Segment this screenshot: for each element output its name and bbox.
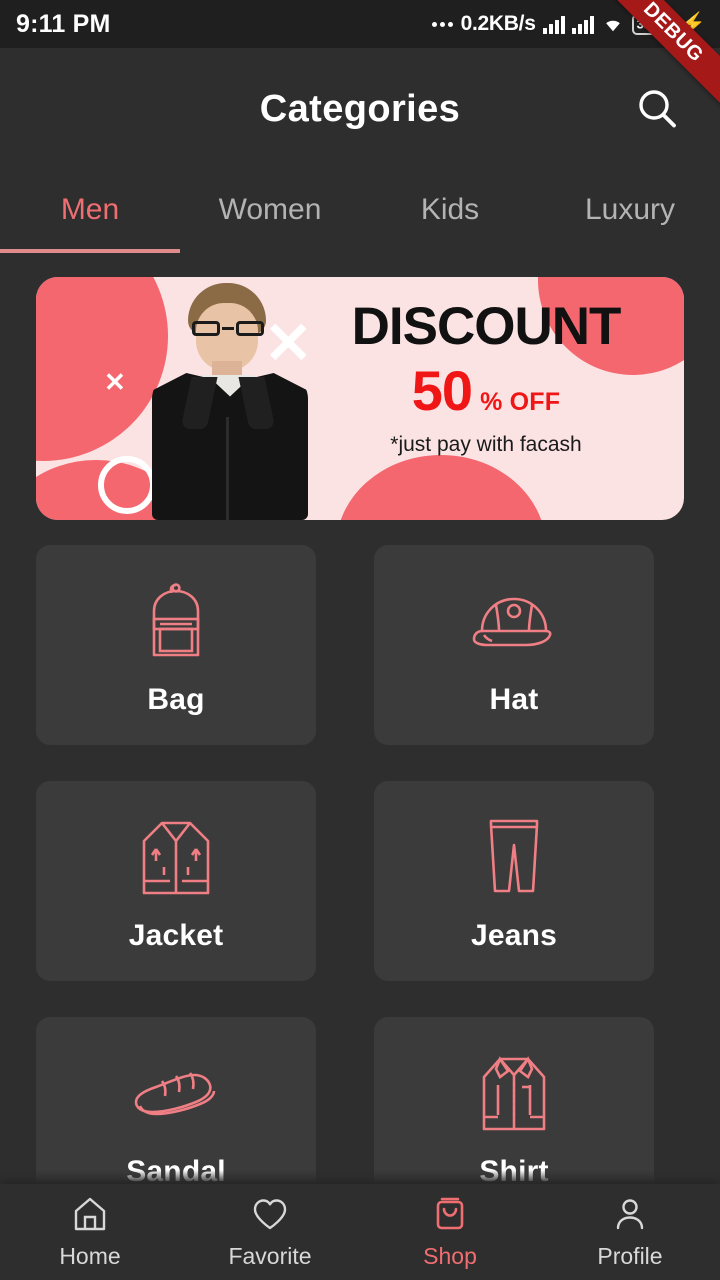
banner-text-block: DISCOUNT 50 % OFF *just pay with facash: [310, 299, 662, 457]
active-tab-indicator: [0, 249, 180, 253]
ellipsis-icon: [431, 21, 453, 27]
tab-kids[interactable]: Kids: [360, 170, 540, 256]
backpack-icon: [140, 573, 212, 669]
banner-amount-row: 50 % OFF: [310, 358, 662, 422]
glasses-icon: [192, 321, 264, 336]
x-decoration-icon: ✕: [104, 367, 126, 397]
signal-icon-secondary: [571, 14, 594, 34]
category-label: Jacket: [128, 919, 224, 952]
network-speed-text: 0.2KB/s: [460, 12, 536, 35]
jacket-icon: [136, 809, 216, 905]
banner-blob: [336, 455, 546, 520]
person-icon: [610, 1195, 650, 1238]
signal-icon: [542, 14, 565, 34]
promo-banner[interactable]: ✕ ✕ DISCOUNT 50 % OFF *just pay with fac…: [36, 277, 684, 520]
page-title: Categories: [259, 87, 461, 130]
nav-item-home[interactable]: Home: [0, 1195, 180, 1270]
category-card-hat[interactable]: Hat: [374, 545, 654, 745]
bottom-navigation: Home Favorite Shop Profile: [0, 1184, 720, 1280]
nav-label: Profile: [597, 1242, 663, 1269]
banner-headline: DISCOUNT: [351, 297, 622, 356]
category-label: Jeans: [470, 919, 558, 952]
app-bar: Categories: [0, 48, 720, 170]
wifi-icon: [601, 14, 625, 34]
category-card-jacket[interactable]: Jacket: [36, 781, 316, 981]
bottom-nav-scrim: [0, 1170, 720, 1184]
category-label: Hat: [489, 683, 539, 716]
category-card-bag[interactable]: Bag: [36, 545, 316, 745]
home-icon: [70, 1195, 110, 1238]
category-card-jeans[interactable]: Jeans: [374, 781, 654, 981]
jeans-icon: [483, 809, 545, 905]
heart-icon: [250, 1195, 290, 1238]
category-label: Bag: [147, 683, 205, 716]
model-photo: [132, 277, 332, 520]
nav-label: Shop: [423, 1242, 477, 1269]
nav-item-profile[interactable]: Profile: [540, 1195, 720, 1270]
nav-label: Favorite: [228, 1242, 312, 1269]
tab-women[interactable]: Women: [180, 170, 360, 256]
category-tabs: Men Women Kids Luxury: [0, 170, 720, 256]
status-bar: 9:11 PM 0.2KB/s 38 ⚡: [0, 0, 720, 48]
status-time: 9:11 PM: [16, 9, 111, 38]
shirt-icon: [474, 1045, 554, 1141]
sandal-icon: [126, 1045, 226, 1141]
category-grid: Bag Hat Jacket Jeans: [36, 545, 696, 1217]
cap-icon: [470, 573, 558, 669]
tab-luxury[interactable]: Luxury: [540, 170, 720, 256]
nav-item-shop[interactable]: Shop: [360, 1195, 540, 1270]
banner-note: *just pay with facash: [390, 432, 582, 456]
banner-amount-suffix: % OFF: [480, 387, 561, 416]
search-icon[interactable]: [630, 82, 684, 136]
nav-item-favorite[interactable]: Favorite: [180, 1195, 360, 1270]
app-root: 9:11 PM 0.2KB/s 38 ⚡ DEBUG Categories: [0, 0, 720, 1280]
banner-amount: 50: [411, 358, 473, 422]
tab-men[interactable]: Men: [0, 170, 180, 256]
shopping-bag-icon: [430, 1195, 470, 1238]
nav-label: Home: [59, 1242, 121, 1269]
